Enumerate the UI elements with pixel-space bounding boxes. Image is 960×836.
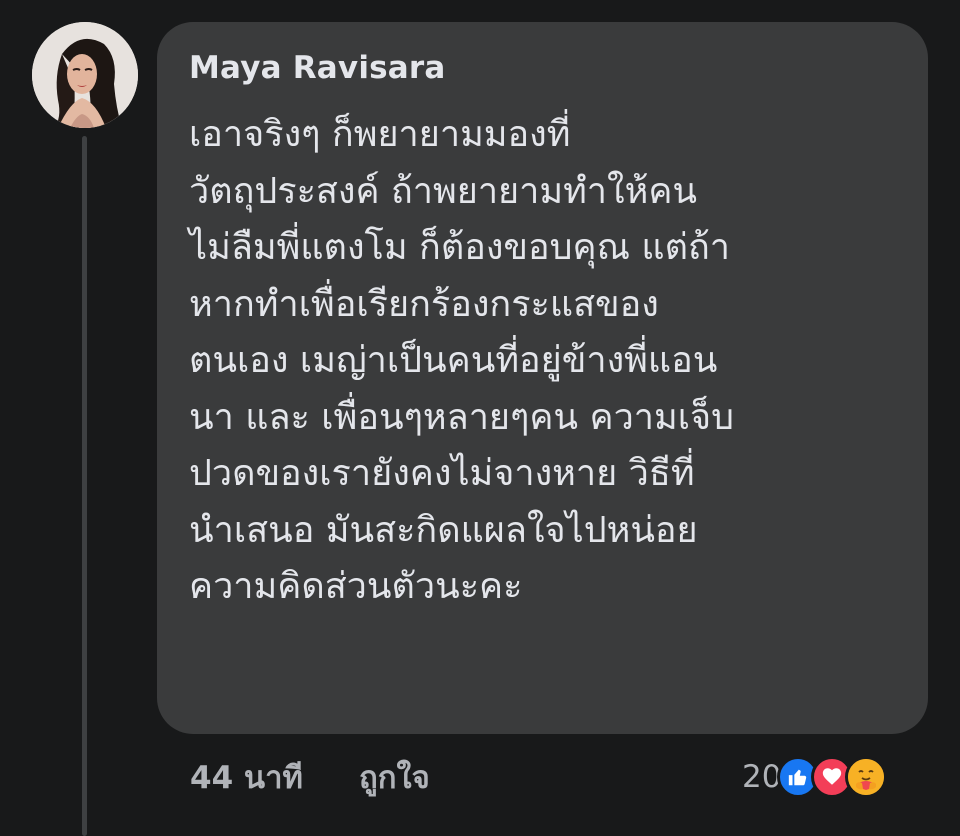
comment-line: เอาจริงๆ ก็พยายามมองที่ (189, 114, 571, 155)
comment-timestamp[interactable]: 44 นาที (190, 752, 303, 802)
reactions-summary[interactable]: 20 (742, 752, 888, 802)
profile-photo-icon (32, 22, 138, 128)
care-icon (845, 756, 888, 798)
comment-meta-row: 44 นาที ถูกใจ (190, 752, 430, 802)
comment-line: ความคิดส่วนตัวนะคะ (189, 566, 523, 607)
comment-line: วัตถุประสงค์ ถ้าพยายามทำให้คน (189, 170, 698, 212)
comment-line: ไม่ลืมพี่แตงโม ก็ต้องขอบคุณ แต่ถ้า (189, 227, 731, 268)
comment-bubble: Maya Ravisara เอาจริงๆ ก็พยายามมองที่ วั… (157, 22, 928, 734)
comment-line: นา และ เพื่อนๆหลายๆคน ความเจ็บ (189, 396, 734, 438)
comment-line: ปวดของเรายังคงไม่จางหาย วิธีที่ (189, 453, 695, 494)
comment-author[interactable]: Maya Ravisara (189, 48, 446, 88)
comment-text: เอาจริงๆ ก็พยายามมองที่ วัตถุประสงค์ ถ้า… (189, 107, 909, 616)
like-action-button[interactable]: ถูกใจ (359, 752, 430, 802)
thread-connector-line (82, 136, 87, 836)
comment-line: ตนเอง เมญ่าเป็นคนที่อยู่ข้างพี่แอน (189, 340, 718, 381)
comment-line: นำเสนอ มันสะกิดแผลใจไปหน่อย (189, 509, 698, 551)
reaction-count: 20 (742, 759, 782, 795)
comment-line: หากทำเพื่อเรียกร้องกระแสของ (189, 283, 659, 325)
avatar[interactable] (32, 22, 138, 128)
